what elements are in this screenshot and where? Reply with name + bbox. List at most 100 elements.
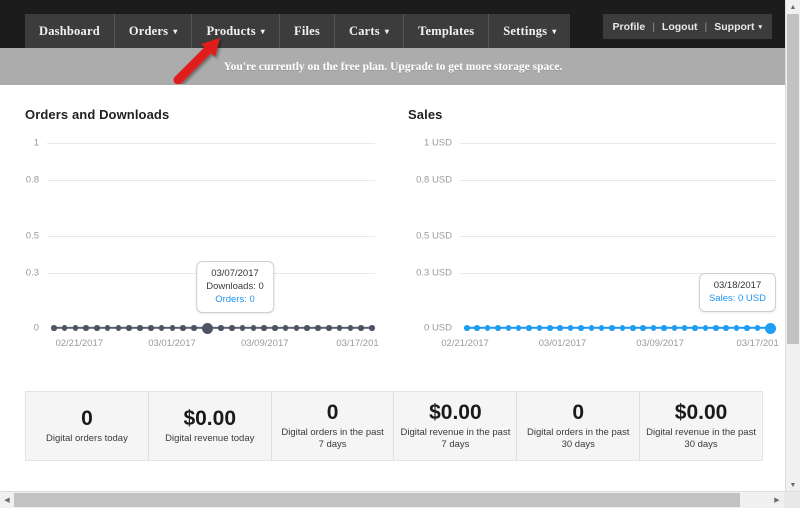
data-point[interactable] [702,325,709,331]
data-point[interactable] [347,325,354,331]
data-point[interactable] [369,325,375,331]
data-point[interactable] [336,325,343,331]
vertical-scrollbar-thumb[interactable] [787,14,799,344]
data-point[interactable] [536,325,543,331]
data-point[interactable] [650,325,657,331]
data-point[interactable] [744,325,750,331]
data-point[interactable] [733,325,740,331]
data-point[interactable] [358,325,364,331]
data-point[interactable] [126,325,132,331]
stat-label: Digital orders in the past 7 days [281,427,384,450]
data-point[interactable] [61,325,68,331]
nav-item-label: Orders [128,23,169,38]
data-point[interactable] [754,325,760,331]
y-axis-tick-label: 0 USD [424,322,452,334]
data-point[interactable] [464,325,470,331]
data-point[interactable] [51,325,57,331]
data-point[interactable] [515,325,522,331]
data-point[interactable] [180,325,186,331]
data-point[interactable] [630,325,636,331]
scroll-down-arrow-icon[interactable]: ▼ [786,478,800,492]
data-point[interactable] [115,325,122,331]
data-point[interactable] [713,325,719,331]
data-point[interactable] [72,325,79,331]
series-connector-line [53,326,373,330]
gridline [460,235,776,237]
nav-item-files[interactable]: Files [279,14,335,48]
x-axis-tick-label: 03/01/2017 [538,338,587,349]
data-point[interactable] [484,325,491,331]
support-link[interactable]: Support [714,21,754,33]
gridline [47,143,375,144]
chevron-down-icon[interactable]: ▾ [758,23,762,31]
data-point[interactable] [250,325,257,331]
stat-value: 0 [81,407,93,430]
data-point[interactable] [169,325,176,331]
x-axis-tick-label: 02/21/2017 [441,338,489,349]
logout-link[interactable]: Logout [662,21,698,33]
stat-card: 0 Digital orders today [26,392,149,460]
stat-value: 0 [326,401,339,424]
data-point[interactable] [293,325,300,331]
nav-item-products[interactable]: Products ▾ [192,14,280,48]
data-point[interactable] [588,325,594,331]
stat-value: $0.00 [674,401,728,424]
data-point[interactable] [619,325,626,331]
profile-link[interactable]: Profile [613,21,646,33]
nav-item-carts[interactable]: Carts ▾ [334,14,405,48]
data-point[interactable] [137,325,143,331]
data-point[interactable] [282,325,289,331]
nav-item-settings[interactable]: Settings ▾ [489,14,571,48]
data-point[interactable] [557,325,563,331]
horizontal-scrollbar[interactable]: ◀ ▶ [0,491,800,508]
nav-item-dashboard[interactable]: Dashboard [25,14,115,48]
data-point[interactable] [609,325,615,331]
y-axis-tick-label: 0.3 [25,267,39,278]
nav-item-orders[interactable]: Orders ▾ [114,14,193,48]
horizontal-scrollbar-thumb[interactable] [14,493,740,507]
scroll-left-arrow-icon[interactable]: ◀ [0,492,14,508]
scroll-right-arrow-icon[interactable]: ▶ [770,492,784,508]
data-point[interactable] [505,325,511,331]
data-point[interactable] [83,325,89,331]
account-menu: Profile | Logout | Support ▾ [602,14,772,39]
data-point[interactable] [158,325,165,331]
data-point[interactable] [191,325,197,331]
free-plan-notice-banner: You're currently on the free plan. Upgra… [0,48,786,85]
data-point[interactable] [261,325,267,331]
data-point[interactable] [229,325,235,331]
data-point[interactable] [692,325,698,331]
data-point[interactable] [94,325,100,331]
data-point[interactable] [661,325,667,331]
data-point[interactable] [315,325,321,331]
data-point[interactable] [640,325,646,331]
vertical-scrollbar[interactable]: ▲ ▼ [785,0,800,492]
data-point[interactable] [723,325,729,331]
data-point-highlighted[interactable] [201,322,213,334]
nav-item-templates[interactable]: Templates [404,14,490,48]
data-point[interactable] [104,325,111,331]
data-point[interactable] [598,325,605,331]
data-point[interactable] [526,325,532,331]
y-axis-tick-label: 0.8 [25,174,39,186]
data-point[interactable] [239,325,246,331]
chevron-down-icon: ▾ [552,27,557,36]
data-point[interactable] [148,325,154,331]
scrollbar-corner [784,492,800,508]
tooltip-line-1: Sales: 0 USD [708,293,766,304]
data-point[interactable] [671,325,677,331]
data-point[interactable] [326,325,332,331]
data-point[interactable] [681,325,688,331]
data-point[interactable] [547,325,553,331]
data-point[interactable] [272,325,278,331]
chart-tooltip: 03/18/2017 Sales: 0 USD [698,273,776,312]
orders-chart-plot: 1 0.8 0.5 0.3 0 02/21/2017 03/01/2017 03/09/201… [25,133,379,363]
data-point[interactable] [218,325,224,331]
data-point[interactable] [474,325,480,331]
data-point[interactable] [567,325,574,331]
data-point[interactable] [304,325,310,331]
scroll-up-arrow-icon[interactable]: ▲ [786,0,800,14]
data-point[interactable] [495,325,501,331]
data-point[interactable] [578,325,584,331]
data-point-highlighted[interactable] [764,322,776,334]
